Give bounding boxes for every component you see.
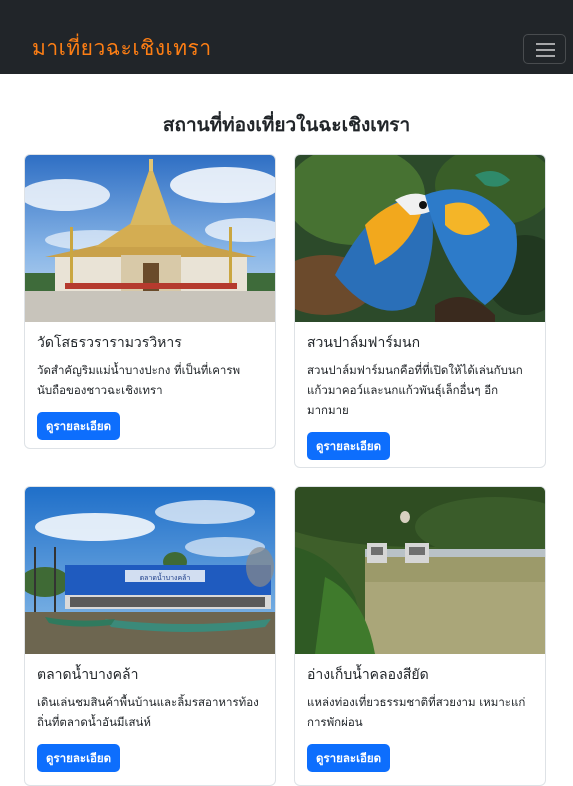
navbar-toggler-button[interactable] xyxy=(523,34,566,64)
hamburger-icon xyxy=(536,49,555,51)
card-title: ตลาดน้ำบางคล้า xyxy=(37,667,139,683)
page-title: สถานที่ท่องเที่ยวในฉะเชิงเทรา xyxy=(162,114,411,136)
temple-photo xyxy=(25,155,275,322)
card-text: สวนปาล์มฟาร์มนกคือที่ที่เปิดให้ได้เล่นกั… xyxy=(307,363,523,417)
macaw-photo xyxy=(295,155,545,322)
navbar-brand[interactable]: มาเที่ยวฉะเชิงเทรา xyxy=(32,32,212,65)
hamburger-icon xyxy=(536,43,555,45)
details-button[interactable]: ดูรายละเอียด xyxy=(307,432,391,460)
card-text: เดินเล่นชมสินค้าพื้นบ้านและลิ้มรสอาหารท้… xyxy=(37,695,259,729)
attraction-card: ตลาดน้ำบางคล้า ตลาดน้ำบางคล้า เดินเล่นชม… xyxy=(24,486,276,786)
card-title: สวนปาล์มฟาร์มนก xyxy=(307,335,421,351)
card-image xyxy=(295,487,545,654)
attraction-card: อ่างเก็บน้ำคลองสียัด แหล่งท่องเที่ยวธรรม… xyxy=(294,486,546,786)
details-button[interactable]: ดูรายละเอียด xyxy=(307,744,391,772)
attraction-card: สวนปาล์มฟาร์มนก สวนปาล์มฟาร์มนกคือที่ที่… xyxy=(294,154,546,468)
floating-market-photo: ตลาดน้ำบางคล้า xyxy=(25,487,275,654)
card-image: ตลาดน้ำบางคล้า xyxy=(25,487,275,654)
attraction-card: วัดโสธรวรารามวรวิหาร วัดสำคัญริมแม่น้ำบา… xyxy=(24,154,276,449)
card-title: วัดโสธรวรารามวรวิหาร xyxy=(37,335,182,351)
hamburger-icon xyxy=(536,55,555,57)
card-title: อ่างเก็บน้ำคลองสียัด xyxy=(307,667,429,683)
card-image xyxy=(25,155,275,322)
reservoir-photo xyxy=(295,487,545,654)
card-text: แหล่งท่องเที่ยวธรรมชาติที่สวยงาม เหมาะแก… xyxy=(307,695,526,729)
details-button[interactable]: ดูรายละเอียด xyxy=(37,412,121,440)
card-image xyxy=(295,155,545,322)
navbar: มาเที่ยวฉะเชิงเทรา xyxy=(0,0,573,74)
details-button[interactable]: ดูรายละเอียด xyxy=(37,744,121,772)
card-text: วัดสำคัญริมแม่น้ำบางปะกง ที่เป็นที่เคารพ… xyxy=(37,363,241,397)
